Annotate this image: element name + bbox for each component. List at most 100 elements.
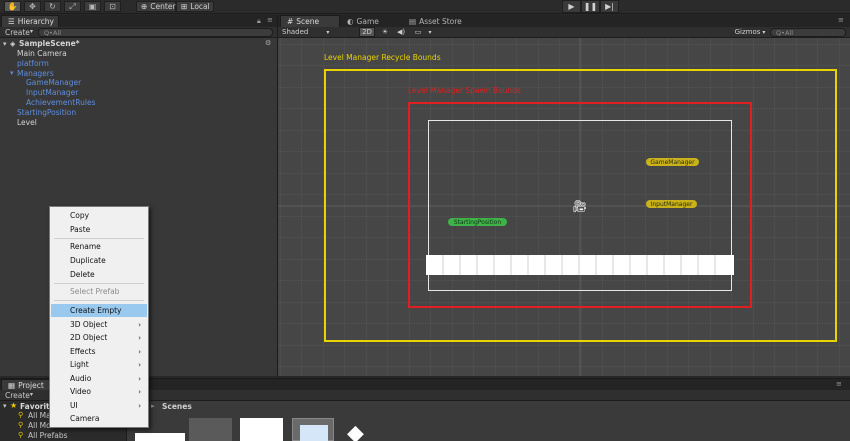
asset-thumbnail[interactable] <box>292 418 334 441</box>
list-item[interactable]: All Prefabs <box>28 431 68 440</box>
project-assets-area: ▸ Scenes ◆ <box>126 401 850 441</box>
shading-mode-dropdown[interactable]: Shaded ▾ <box>282 27 332 37</box>
effects-icon[interactable]: ▭ <box>411 27 425 37</box>
menu-item-light[interactable]: Light › <box>51 358 147 371</box>
hierarchy-search-input[interactable]: Q•All <box>38 28 273 37</box>
rect-tool-icon[interactable]: ▣ <box>84 1 101 12</box>
tab-game[interactable]: ◐ Game <box>341 15 391 27</box>
asset-thumbnail[interactable] <box>240 418 283 441</box>
list-item[interactable]: AchievementRules <box>26 98 95 107</box>
menu-item-video[interactable]: Video › <box>51 385 147 398</box>
platform-object[interactable] <box>426 255 734 275</box>
expand-arrow-icon[interactable]: ▾ <box>10 69 14 77</box>
breadcrumb[interactable]: Scenes <box>162 402 192 411</box>
pivot-center-button[interactable]: ⊕ Center <box>136 1 176 12</box>
dropdown-arrow-icon[interactable]: ▾ <box>426 27 434 37</box>
transform-tool-icon[interactable]: ⊡ <box>104 1 121 12</box>
menu-item-2d-object[interactable]: 2D Object › <box>51 331 147 344</box>
list-item[interactable]: GameManager <box>26 78 81 87</box>
play-button[interactable]: ▶ <box>562 0 581 13</box>
list-item[interactable]: Level <box>17 118 37 127</box>
project-create-button[interactable]: Create <box>5 391 30 400</box>
menu-item-rename[interactable]: Rename <box>51 240 147 253</box>
menu-item-3d-object[interactable]: 3D Object › <box>51 318 147 331</box>
camera-gizmo-icon[interactable]: 🎥︎ <box>572 199 587 213</box>
shading-mode-label: Shaded <box>282 28 309 36</box>
menu-separator <box>54 300 144 301</box>
scene-search-input[interactable]: Q•All <box>770 28 846 37</box>
dropdown-arrow-icon: ▾ <box>30 391 34 398</box>
spawn-bounds-label: Level Manager Spawn Bounds <box>408 86 521 95</box>
menu-item-paste[interactable]: Paste <box>51 223 147 236</box>
menu-item-audio[interactable]: Audio › <box>51 372 147 385</box>
recycle-bounds-label: Level Manager Recycle Bounds <box>324 53 441 62</box>
step-button[interactable]: ▶| <box>600 0 619 13</box>
audio-icon[interactable]: ◀) <box>394 27 408 37</box>
scene-tabbar: # Scene ◐ Game ▤ Asset Store ≡ <box>278 15 850 27</box>
game-manager-label[interactable]: GameManager <box>646 158 699 166</box>
menu-item-label: Light <box>70 360 89 369</box>
search-icon: ⚲ <box>18 421 24 429</box>
menu-item-duplicate[interactable]: Duplicate <box>51 254 147 267</box>
scene-view[interactable]: Level Manager Recycle Bounds Level Manag… <box>278 38 850 376</box>
gizmos-dropdown[interactable]: Gizmos ▾ <box>735 27 766 37</box>
panel-menu-icon[interactable]: ≡ <box>838 16 844 24</box>
expand-arrow-icon[interactable]: ▾ <box>3 402 7 410</box>
expand-arrow-icon[interactable]: ▾ <box>3 40 7 48</box>
chevron-right-icon: › <box>138 401 141 410</box>
toggle-2d-button[interactable]: 2D <box>359 27 375 37</box>
tab-game-label: Game <box>356 16 379 26</box>
dropdown-arrow-icon: ▾ <box>30 28 34 35</box>
menu-item-ui[interactable]: UI › <box>51 399 147 412</box>
menu-item-label: Create Empty <box>70 306 122 315</box>
move-tool-icon[interactable]: ✥ <box>24 1 41 12</box>
asset-thumbnail[interactable] <box>135 433 185 441</box>
starting-position-label[interactable]: StartingPosition <box>448 218 507 226</box>
menu-item-select-prefab[interactable]: Select Prefab <box>51 285 147 298</box>
scene-menu-icon[interactable]: ⚙︎ <box>265 39 271 47</box>
menu-item-label: Camera <box>70 414 100 423</box>
platform-tiles <box>442 255 716 275</box>
tab-scene[interactable]: # Scene <box>280 15 340 27</box>
asset-thumbnail[interactable] <box>189 418 232 441</box>
grid-icon: # <box>287 17 294 26</box>
menu-item-effects[interactable]: Effects › <box>51 345 147 358</box>
chevron-right-icon: ▸ <box>151 402 155 410</box>
menu-item-label: Rename <box>70 242 101 251</box>
input-manager-label[interactable]: InputManager <box>646 200 697 208</box>
menu-item-copy[interactable]: Copy <box>51 209 147 222</box>
chevron-right-icon: › <box>138 374 141 383</box>
list-item[interactable]: StartingPosition <box>17 108 76 117</box>
menu-item-create-empty[interactable]: Create Empty <box>51 304 147 317</box>
hierarchy-create-button[interactable]: Create <box>5 28 30 37</box>
menu-item-label: Effects <box>70 347 96 356</box>
lock-icon[interactable]: 🔒︎ <box>257 17 261 26</box>
search-icon: ⚲ <box>18 431 24 439</box>
tab-hierarchy[interactable]: ☰ Hierarchy <box>1 15 59 27</box>
tab-asset-store-label: Asset Store <box>419 16 462 26</box>
chevron-right-icon: › <box>138 320 141 329</box>
unity-logo-icon[interactable]: ◆ <box>347 421 364 441</box>
dropdown-arrow-icon: ▾ <box>326 28 330 36</box>
menu-item-delete[interactable]: Delete <box>51 268 147 281</box>
scale-tool-icon[interactable]: ⤢ <box>64 1 81 12</box>
tab-asset-store[interactable]: ▤ Asset Store <box>403 15 473 27</box>
search-icon: ⚲ <box>18 411 24 419</box>
list-item[interactable]: platform <box>17 59 49 68</box>
pivot-space-button[interactable]: ⊞ Local <box>176 1 214 12</box>
panel-menu-icon[interactable]: ≡ <box>267 16 273 24</box>
menu-item-label: Audio <box>70 374 92 383</box>
lighting-icon[interactable]: ☀ <box>378 27 392 37</box>
space-label: Local <box>190 2 210 11</box>
menu-item-camera[interactable]: Camera <box>51 412 147 425</box>
panel-menu-icon[interactable]: ≡ <box>836 380 842 388</box>
list-item[interactable]: Managers <box>17 69 54 78</box>
hand-tool-icon[interactable]: ✋ <box>4 1 21 12</box>
list-item[interactable]: Main Camera <box>17 49 67 58</box>
menu-item-label: Copy <box>70 211 90 220</box>
pause-button[interactable]: ❚❚ <box>581 0 600 13</box>
scene-name[interactable]: SampleScene* <box>19 39 80 48</box>
list-item[interactable]: InputManager <box>26 88 78 97</box>
chevron-right-icon: › <box>138 360 141 369</box>
rotate-tool-icon[interactable]: ↻ <box>44 1 61 12</box>
